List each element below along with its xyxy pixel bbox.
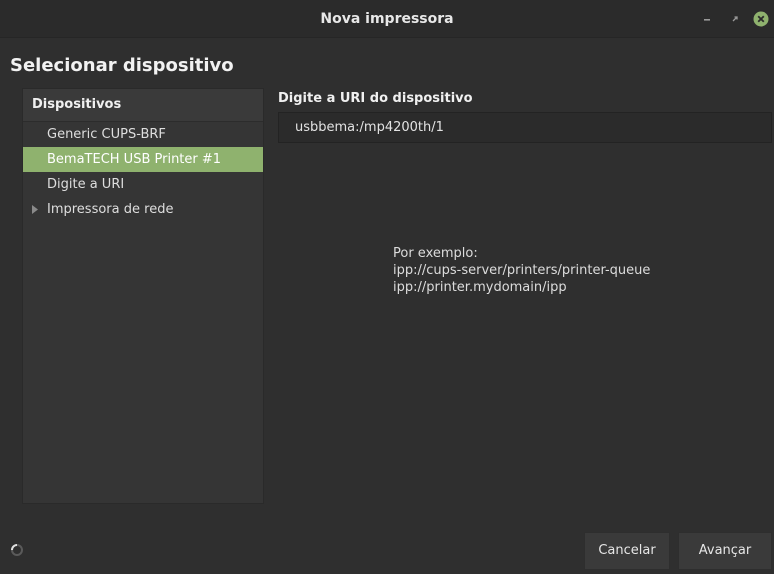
device-item[interactable]: Generic CUPS-BRF: [23, 122, 263, 147]
spinner-icon: [10, 542, 24, 556]
page-heading: Selecionar dispositivo: [10, 55, 234, 76]
maximize-icon[interactable]: [726, 10, 744, 28]
example-line: Por exemplo:: [393, 246, 478, 261]
cancel-button[interactable]: Cancelar: [584, 532, 670, 570]
device-item-label: Impressora de rede: [47, 202, 174, 217]
expander-triangle-icon[interactable]: [32, 197, 42, 222]
minimize-icon[interactable]: [698, 10, 716, 28]
device-item-label: Digite a URI: [47, 177, 125, 192]
close-icon[interactable]: [752, 10, 770, 28]
example-line: ipp://printer.mydomain/ipp: [393, 280, 567, 295]
uri-example: Por exemplo: ipp://cups-server/printers/…: [393, 245, 650, 296]
example-line: ipp://cups-server/printers/printer-queue: [393, 263, 651, 278]
uri-input[interactable]: [278, 112, 772, 143]
device-item[interactable]: Digite a URI: [23, 172, 263, 197]
title-bar: Nova impressora: [0, 0, 774, 38]
device-item[interactable]: Impressora de rede: [23, 197, 263, 222]
next-button[interactable]: Avançar: [678, 532, 772, 570]
device-list: Dispositivos Generic CUPS-BRF BemaTECH US…: [22, 88, 264, 504]
window-title: Nova impressora: [320, 11, 454, 27]
device-item[interactable]: BemaTECH USB Printer #1: [23, 147, 263, 172]
device-item-label: BemaTECH USB Printer #1: [47, 152, 222, 167]
device-list-header[interactable]: Dispositivos: [23, 89, 263, 122]
uri-label: Digite a URI do dispositivo: [278, 91, 473, 106]
device-item-label: Generic CUPS-BRF: [47, 127, 166, 142]
